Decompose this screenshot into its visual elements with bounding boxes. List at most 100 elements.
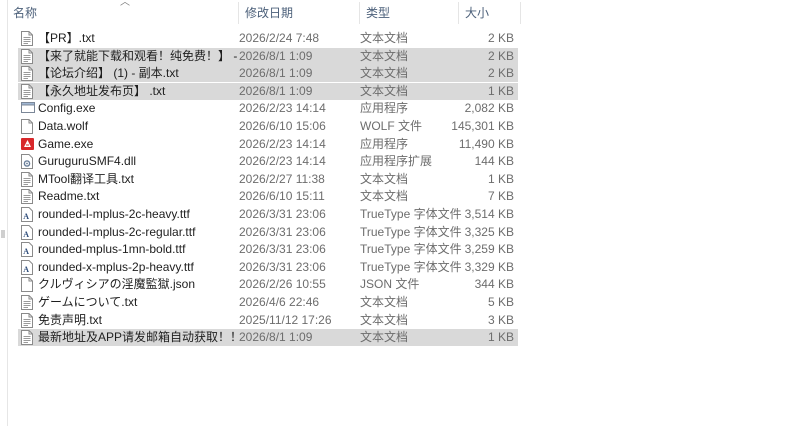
text-file-icon	[21, 171, 33, 187]
file-type: 文本文档	[360, 171, 409, 186]
file-row[interactable]: GuruguruSMF4.dll 2026/2/23 14:14 应用程序扩展 144…	[18, 153, 518, 170]
file-type: 文本文档	[360, 31, 409, 45]
svg-text:A: A	[23, 247, 29, 256]
file-size: 7 KB	[487, 189, 514, 204]
column-header-date[interactable]: 修改日期	[239, 0, 360, 26]
text-file-icon	[21, 312, 33, 328]
column-header-date-label: 修改日期	[245, 6, 294, 20]
font-file-icon: A	[21, 207, 33, 222]
file-name: 【论坛介绍】 (1) - 副本.txt	[38, 66, 179, 81]
file-row[interactable]: Arounded-x-mplus-2p-heavy.ttf 2026/3/31 2…	[18, 259, 518, 276]
file-type: JSON 文件	[360, 277, 420, 292]
file-list-view: 名称 ︿ 修改日期 类型 大小 【PR】.txt 2026/2/24 7:48 文本…	[7, 0, 800, 426]
file-name: GuruguruSMF4.dll	[38, 154, 137, 169]
file-size: 3,325 KB	[464, 224, 514, 239]
file-row[interactable]: 【永久地址发布页】 .txt 2026/8/1 1:09 文本文档 1 KB	[18, 82, 518, 100]
file-size: 5 KB	[487, 295, 514, 309]
file-name: 【来了就能下载和观看！纯免费！】 - 副...	[38, 48, 238, 63]
svg-text:A: A	[23, 265, 29, 274]
file-name: rounded-x-mplus-2p-heavy.ttf	[38, 259, 194, 274]
pane-edge-marker	[1, 230, 5, 238]
file-size: 144 KB	[474, 154, 514, 169]
file-type: 文本文档	[360, 189, 409, 204]
file-type: 文本文档	[360, 48, 409, 63]
file-modified-date: 2026/2/26 10:55	[239, 277, 326, 292]
text-file-icon	[21, 189, 33, 205]
file-name: Readme.txt	[38, 189, 100, 204]
file-modified-date: 2026/8/1 1:09	[239, 48, 313, 63]
file-row[interactable]: MTool翻译工具.txt 2026/2/27 11:38 文本文档 1 KB	[18, 171, 518, 188]
svg-text:A: A	[23, 212, 29, 221]
text-file-icon	[21, 330, 33, 346]
file-name: rounded-l-mplus-2c-regular.ttf	[38, 224, 196, 239]
file-size: 1 KB	[487, 330, 514, 345]
file-name: Data.wolf	[38, 119, 89, 133]
dll-gear-icon	[21, 154, 33, 170]
file-row[interactable]: Config.exe 2026/2/23 14:14 应用程序 2,082 KB	[18, 100, 518, 117]
blank-file-icon	[21, 277, 33, 293]
file-name: 免责声明.txt	[38, 312, 103, 327]
file-modified-date: 2026/3/31 23:06	[239, 242, 326, 257]
file-row[interactable]: Data.wolf 2026/6/10 15:06 WOLF 文件 145,301 K…	[18, 118, 518, 135]
file-row[interactable]: 【PR】.txt 2026/2/24 7:48 文本文档 2 KB	[18, 30, 518, 47]
file-row[interactable]: Arounded-l-mplus-2c-heavy.ttf 2026/3/31 2…	[18, 206, 518, 223]
font-file-icon: A	[21, 259, 33, 275]
file-modified-date: 2026/2/27 11:38	[239, 171, 325, 186]
sort-ascending-icon: ︿	[120, 0, 130, 8]
file-size: 3 KB	[487, 312, 514, 327]
column-header-size-label: 大小	[465, 6, 490, 20]
file-row[interactable]: 【论坛介绍】 (1) - 副本.txt 2026/8/1 1:09 文本文档 2 KB	[18, 65, 518, 83]
file-type: 文本文档	[360, 295, 409, 309]
column-header-name[interactable]: 名称 ︿	[7, 0, 239, 26]
file-modified-date: 2026/3/31 23:06	[239, 207, 326, 221]
file-size: 1 KB	[487, 171, 514, 186]
file-size: 145,301 KB	[451, 119, 514, 133]
column-header-bar: 名称 ︿ 修改日期 类型 大小	[7, 0, 527, 26]
file-row[interactable]: 【来了就能下载和观看！纯免费！】 - 副...2026/8/1 1:09 文本文档…	[18, 47, 518, 65]
file-row[interactable]: Readme.txt 2026/6/10 15:11 文本文档 7 KB	[18, 188, 518, 205]
file-size: 3,259 KB	[464, 242, 514, 257]
file-modified-date: 2026/2/23 14:14	[239, 101, 326, 116]
file-name: Game.exe	[38, 136, 94, 151]
font-file-icon: A	[21, 224, 33, 240]
file-row[interactable]: クルヴィシアの淫魔監獄.json 2026/2/26 10:55 JSON 文件 34…	[18, 276, 518, 293]
file-type: 应用程序扩展	[360, 154, 433, 169]
file-size: 3,514 KB	[464, 207, 514, 221]
file-name: 【永久地址发布页】 .txt	[38, 83, 166, 98]
text-file-icon	[21, 48, 33, 64]
file-name: 【PR】.txt	[38, 31, 95, 45]
file-type: 应用程序	[360, 101, 409, 116]
column-header-type-label: 类型	[366, 6, 391, 20]
column-header-type[interactable]: 类型	[360, 0, 459, 26]
file-row[interactable]: Game.exe 2026/2/23 14:14 应用程序 11,490 KB	[18, 136, 518, 153]
column-header-size[interactable]: 大小	[459, 0, 521, 26]
file-name: ゲームについて.txt	[38, 295, 138, 309]
column-header-name-label: 名称	[13, 6, 38, 20]
file-row[interactable]: Arounded-mplus-1mn-bold.ttf 2026/3/31 23:…	[18, 241, 518, 258]
file-modified-date: 2026/6/10 15:11	[239, 189, 325, 204]
file-modified-date: 2026/4/6 22:46	[239, 295, 320, 309]
window-app-icon	[21, 101, 35, 116]
file-row[interactable]: ゲームについて.txt 2026/4/6 22:46 文本文档 5 KB	[18, 294, 518, 311]
file-size: 1 KB	[487, 83, 514, 98]
file-size: 2 KB	[487, 48, 514, 63]
file-modified-date: 2026/3/31 23:06	[239, 259, 326, 274]
file-name: MTool翻译工具.txt	[38, 171, 135, 186]
file-name: rounded-l-mplus-2c-heavy.ttf	[38, 207, 190, 221]
file-modified-date: 2026/8/1 1:09	[239, 66, 313, 81]
svg-text:A: A	[23, 230, 29, 239]
blank-file-icon	[21, 119, 33, 134]
text-file-icon	[21, 295, 33, 310]
file-row[interactable]: Arounded-l-mplus-2c-regular.ttf 2026/3/31…	[18, 224, 518, 241]
file-modified-date: 2026/3/31 23:06	[239, 224, 326, 239]
file-modified-date: 2026/8/1 1:09	[239, 83, 313, 98]
file-size: 2 KB	[487, 31, 514, 45]
file-modified-date: 2026/2/23 14:14	[239, 154, 326, 169]
file-size: 2 KB	[487, 66, 514, 81]
file-modified-date: 2026/2/24 7:48	[239, 31, 320, 45]
file-row[interactable]: 免责声明.txt 2025/11/12 17:26 文本文档 3 KB	[18, 312, 518, 329]
file-row[interactable]: 最新地址及APP请发邮箱自动获取！！！...2026/8/1 1:09 文本文档 1…	[18, 329, 518, 347]
game-app-icon	[21, 137, 34, 152]
file-name: rounded-mplus-1mn-bold.ttf	[38, 242, 186, 257]
file-type: 文本文档	[360, 66, 409, 81]
